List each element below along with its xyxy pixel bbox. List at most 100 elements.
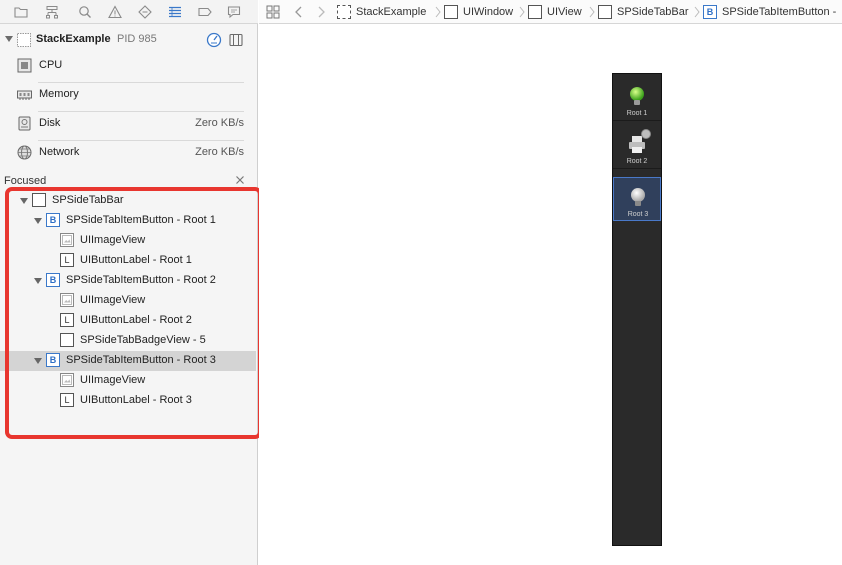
- tree-row[interactable]: L UIButtonLabel - Root 1: [0, 251, 256, 271]
- tree-row-label: UIImageView: [80, 234, 146, 246]
- cpu-icon: [17, 58, 32, 73]
- side-tab-bar-preview[interactable]: Root 1 Root 2 Root 3: [612, 73, 662, 546]
- disk-icon: [17, 116, 32, 131]
- gauge-icon[interactable]: [206, 32, 222, 48]
- breadcrumb-item[interactable]: UIView: [528, 4, 582, 20]
- tree-row[interactable]: L UIButtonLabel - Root 2: [0, 311, 256, 331]
- disclosure-triangle-icon[interactable]: [20, 197, 28, 205]
- tab-root-2[interactable]: Root 2: [613, 125, 661, 169]
- breadcrumb-label: UIView: [547, 6, 582, 18]
- tree-row[interactable]: UIImageView: [0, 231, 256, 251]
- image-view-icon: [60, 373, 74, 387]
- search-icon[interactable]: [77, 4, 93, 20]
- tab-label: Root 2: [626, 158, 648, 165]
- memory-icon: [17, 87, 32, 102]
- folder-icon[interactable]: [13, 4, 29, 20]
- button-class-icon: B: [46, 213, 60, 227]
- button-class-icon: B: [703, 5, 717, 19]
- disclosure-triangle-icon[interactable]: [5, 35, 13, 43]
- gauge-label: Memory: [39, 88, 79, 100]
- gauge-value: Zero KB/s: [195, 117, 244, 129]
- button-class-icon: B: [46, 273, 60, 287]
- tree-row[interactable]: UIImageView: [0, 291, 256, 311]
- view-class-icon: [598, 5, 612, 19]
- tree-row[interactable]: B SPSideTabItemButton - Root 1: [0, 211, 256, 231]
- label-class-icon: L: [60, 313, 74, 327]
- tree-row-label: UIButtonLabel - Root 2: [80, 314, 192, 326]
- image-view-icon: [60, 293, 74, 307]
- tree-row[interactable]: B SPSideTabItemButton - Root 2: [0, 271, 256, 291]
- tree-row[interactable]: L UIButtonLabel - Root 3: [0, 391, 256, 411]
- lightbulb-white-icon: [628, 186, 648, 208]
- gauge-label: Network: [39, 146, 80, 158]
- gauge-memory[interactable]: Memory: [0, 81, 258, 109]
- view-layout-icon[interactable]: [228, 32, 244, 48]
- tree-row-label: UIImageView: [80, 294, 146, 306]
- tree-row[interactable]: SPSideTabBar: [0, 191, 256, 211]
- tab-root-1[interactable]: Root 1: [613, 77, 661, 121]
- breadcrumb-label: UIWindow: [463, 6, 514, 18]
- tree-row[interactable]: B SPSideTabItemButton - Root 3: [0, 351, 256, 371]
- view-class-icon: [444, 5, 458, 19]
- view-debugger-canvas[interactable]: [259, 25, 842, 565]
- lightbulb-green-icon: [627, 85, 647, 107]
- debug-list-icon[interactable]: [167, 4, 183, 20]
- tree-row[interactable]: SPSideTabBadgeView - 5: [0, 331, 256, 351]
- tree-row-label: SPSideTabItemButton - Root 3: [66, 354, 216, 366]
- tree-row[interactable]: UIImageView: [0, 371, 256, 391]
- disclosure-triangle-icon[interactable]: [34, 277, 42, 285]
- breakpoint-icon[interactable]: [197, 4, 213, 20]
- breadcrumb-separator-icon: [589, 6, 595, 18]
- breadcrumb-item[interactable]: SPSideTabBar: [598, 4, 689, 20]
- gauge-value: Zero KB/s: [195, 146, 244, 158]
- badge: [641, 129, 651, 139]
- breadcrumb-separator-icon: [694, 6, 700, 18]
- label-class-icon: L: [60, 393, 74, 407]
- view-class-icon: [60, 333, 74, 347]
- tree-row-label: UIImageView: [80, 374, 146, 386]
- tab-label: Root 3: [627, 211, 649, 218]
- breadcrumb-label: SPSideTabItemButton -: [722, 6, 837, 18]
- disclosure-triangle-icon[interactable]: [34, 357, 42, 365]
- image-view-icon: [60, 233, 74, 247]
- tree-row-label: SPSideTabItemButton - Root 2: [66, 274, 216, 286]
- debug-navigator: StackExample PID 985 CPU Memory Disk Zer…: [0, 0, 258, 565]
- back-chevron-icon[interactable]: [291, 4, 307, 20]
- hierarchy-icon[interactable]: [44, 4, 60, 20]
- app-process-icon: [16, 32, 32, 48]
- tree-row-label: SPSideTabBadgeView - 5: [80, 334, 206, 346]
- gauge-network[interactable]: Network Zero KB/s: [0, 139, 258, 167]
- test-diamond-icon[interactable]: [137, 4, 153, 20]
- app-process-icon: [337, 5, 351, 19]
- tree-row-label: SPSideTabBar: [52, 194, 124, 206]
- view-class-icon: [528, 5, 542, 19]
- focused-section-label: Focused: [4, 175, 47, 187]
- gauge-cpu[interactable]: CPU: [0, 52, 258, 80]
- disclosure-triangle-icon[interactable]: [34, 217, 42, 225]
- grid-icon[interactable]: [265, 4, 281, 20]
- breadcrumb-item[interactable]: B SPSideTabItemButton -: [703, 4, 836, 20]
- close-icon[interactable]: [234, 174, 246, 186]
- tree-row-label: UIButtonLabel - Root 1: [80, 254, 192, 266]
- tab-root-3[interactable]: Root 3: [613, 177, 661, 221]
- process-pid: PID 985: [117, 33, 157, 45]
- report-icon[interactable]: [226, 4, 242, 20]
- breadcrumb-label: SPSideTabBar: [617, 6, 689, 18]
- tree-row-label: SPSideTabItemButton - Root 1: [66, 214, 216, 226]
- process-name: StackExample: [36, 33, 111, 45]
- gauge-disk[interactable]: Disk Zero KB/s: [0, 110, 258, 138]
- forward-chevron-icon[interactable]: [313, 4, 329, 20]
- breadcrumb-separator-icon: [519, 6, 525, 18]
- view-class-icon: [32, 193, 46, 207]
- button-class-icon: B: [46, 353, 60, 367]
- gauge-label: CPU: [39, 59, 63, 71]
- breadcrumb-item[interactable]: UIWindow: [444, 4, 513, 20]
- navigator-toolbar: [0, 0, 258, 24]
- breadcrumb-label: StackExample: [356, 6, 427, 18]
- gauge-label: Disk: [39, 117, 61, 129]
- breadcrumb-separator-icon: [435, 6, 441, 18]
- jump-bar: StackExample UIWindow UIView SPSideTabBar B S…: [259, 0, 842, 24]
- label-class-icon: L: [60, 253, 74, 267]
- breadcrumb-item[interactable]: StackExample: [337, 4, 426, 20]
- warning-icon[interactable]: [107, 4, 123, 20]
